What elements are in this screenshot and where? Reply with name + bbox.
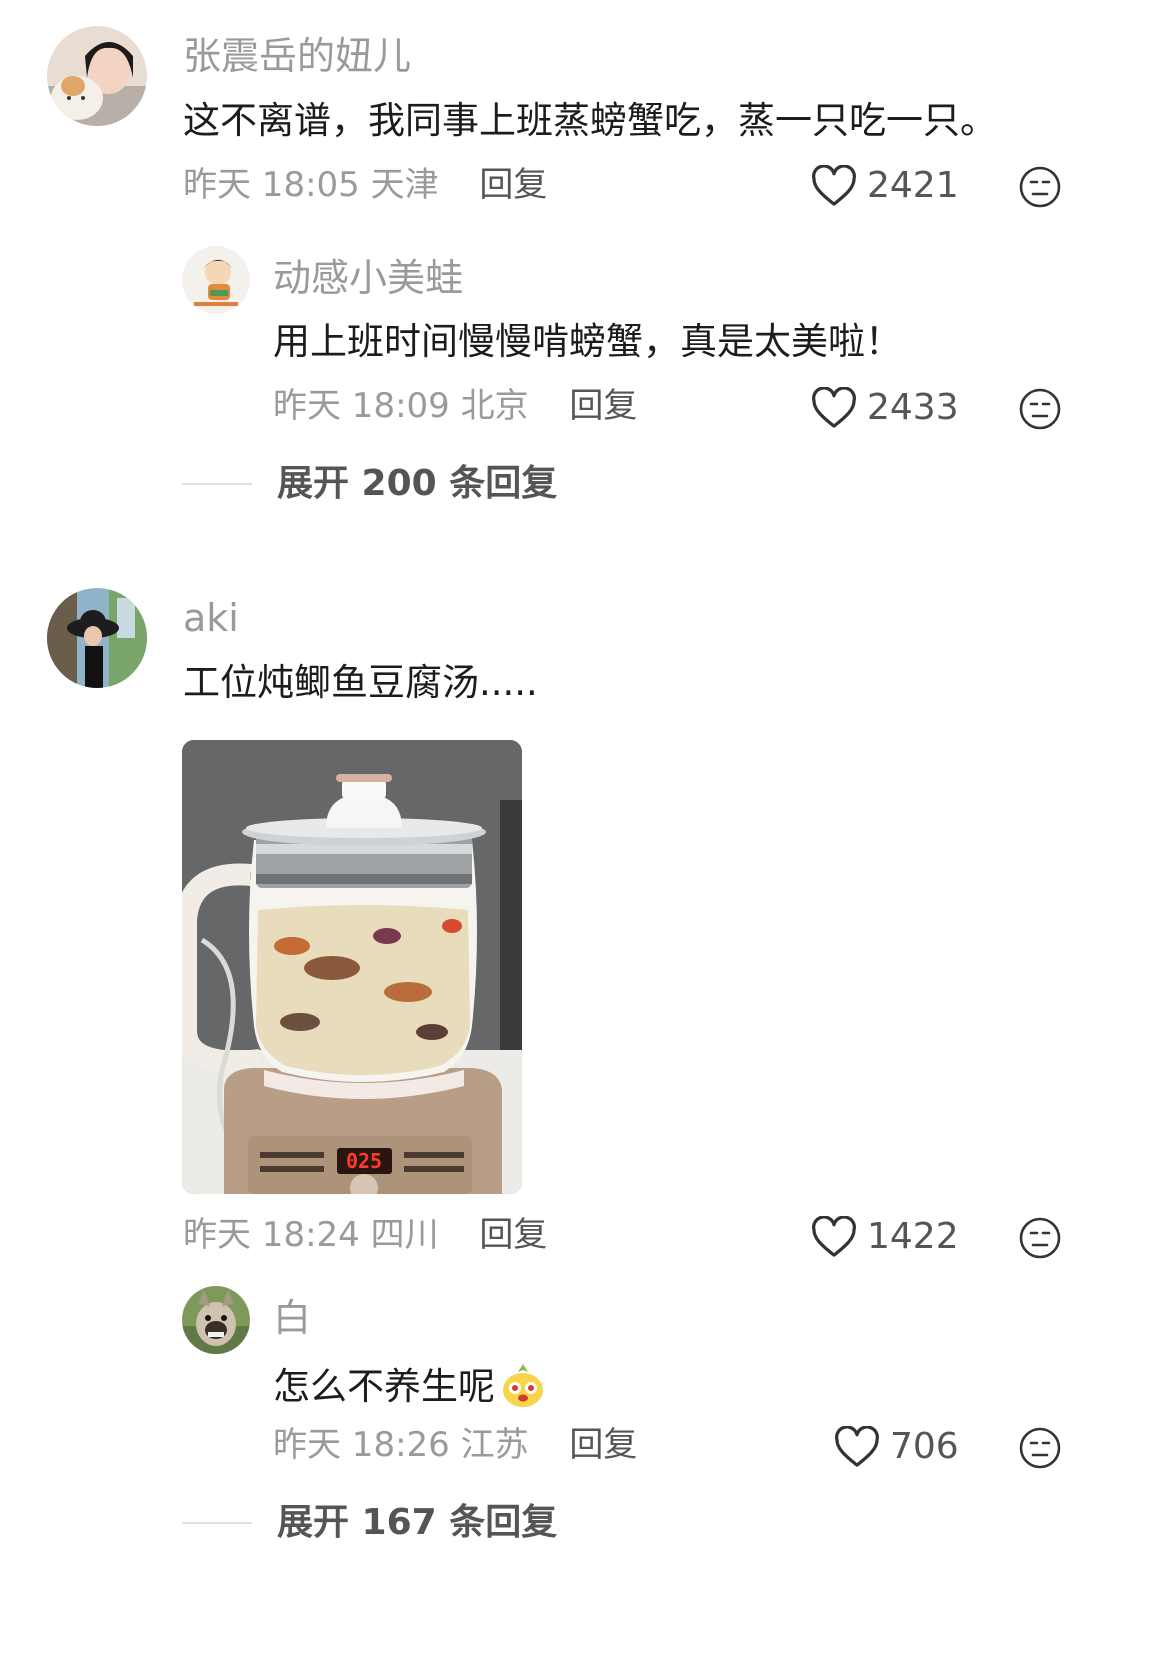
reply-location: 北京 — [460, 386, 529, 426]
reply-username[interactable]: 白 — [273, 1299, 311, 1337]
like-count: 1422 — [867, 1216, 959, 1257]
reply-location: 江苏 — [460, 1425, 529, 1465]
expand-replies-button[interactable]: 展开 167 条回复 — [182, 1505, 557, 1541]
like-count: 2421 — [867, 165, 959, 206]
expand-label: 展开 200 条回复 — [277, 463, 558, 504]
reply-meta: 昨天 18:26 江苏 回复 — [273, 1428, 637, 1462]
divider — [182, 483, 252, 485]
like-button[interactable]: 2433 — [811, 387, 959, 429]
comment-text: 工位炖鲫鱼豆腐汤..... — [183, 661, 538, 704]
reply-username[interactable]: 动感小美蛙 — [273, 259, 463, 297]
like-button[interactable]: 2421 — [811, 165, 959, 207]
comment-meta: 昨天 18:24 四川 回复 — [183, 1218, 547, 1252]
neutral-face-icon[interactable] — [1018, 1216, 1062, 1260]
comment-time: 昨天 18:05 — [183, 165, 360, 205]
reply-meta: 昨天 18:09 北京 回复 — [273, 389, 637, 423]
avatar[interactable] — [182, 246, 250, 314]
like-button[interactable]: 1422 — [811, 1216, 959, 1258]
neutral-face-icon[interactable] — [1018, 387, 1062, 431]
reply-text: 怎么不养生呢 — [273, 1362, 547, 1410]
heart-outline-icon — [835, 1426, 879, 1467]
avatar[interactable] — [47, 588, 147, 688]
comment-meta: 昨天 18:05 天津 回复 — [183, 168, 547, 202]
comment-image[interactable]: 025 — [182, 740, 522, 1194]
heart-outline-icon — [812, 1216, 856, 1257]
comment-location: 天津 — [370, 165, 439, 205]
cooker-display: 025 — [346, 1149, 382, 1173]
yellow-face-emoji — [503, 1364, 543, 1407]
comment-text: 这不离谱，我同事上班蒸螃蟹吃，蒸一只吃一只。 — [183, 99, 997, 142]
reply-button[interactable]: 回复 — [479, 1215, 547, 1255]
heart-outline-icon — [812, 387, 856, 428]
reply-time: 昨天 18:09 — [273, 386, 450, 426]
comment-time: 昨天 18:24 — [183, 1215, 360, 1255]
divider — [182, 1522, 252, 1524]
reply-button[interactable]: 回复 — [569, 386, 637, 426]
reply-text: 用上班时间慢慢啃螃蟹，真是太美啦！ — [273, 320, 902, 363]
reply-button[interactable]: 回复 — [569, 1425, 637, 1465]
heart-outline-icon — [812, 165, 856, 206]
expand-label: 展开 167 条回复 — [277, 1502, 558, 1543]
reply-button[interactable]: 回复 — [479, 165, 547, 205]
comment-username[interactable]: 张震岳的妞儿 — [183, 37, 411, 75]
comment-location: 四川 — [370, 1215, 439, 1255]
comment-username[interactable]: aki — [183, 599, 239, 637]
like-button[interactable]: 706 — [834, 1426, 959, 1468]
avatar[interactable] — [47, 26, 147, 126]
like-count: 2433 — [867, 387, 959, 428]
neutral-face-icon[interactable] — [1018, 165, 1062, 209]
avatar[interactable] — [182, 1286, 250, 1354]
neutral-face-icon[interactable] — [1018, 1426, 1062, 1470]
like-count: 706 — [890, 1426, 959, 1467]
reply-text-content: 怎么不养生呢 — [273, 1364, 495, 1408]
reply-time: 昨天 18:26 — [273, 1425, 450, 1465]
expand-replies-button[interactable]: 展开 200 条回复 — [182, 466, 557, 502]
